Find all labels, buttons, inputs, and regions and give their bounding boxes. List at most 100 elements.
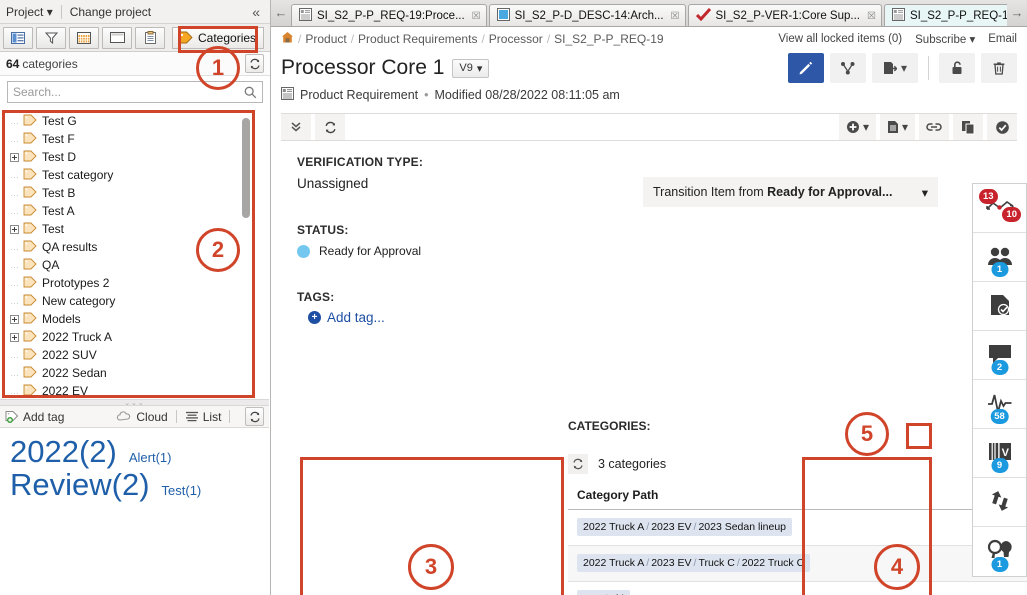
close-icon[interactable]: ☒ — [867, 11, 876, 22]
breadcrumb-item-1[interactable]: Product Requirements — [358, 32, 477, 46]
collapse-all-button[interactable] — [281, 114, 311, 140]
expand-toggle-icon[interactable] — [8, 225, 21, 234]
status-label: STATUS: — [297, 223, 1027, 237]
browser-tab-2[interactable]: SI_S2_P-VER-1:Core Sup...☒ — [688, 4, 882, 26]
cloud-view-button[interactable]: Cloud — [116, 410, 167, 424]
tree-item-label: Test — [42, 222, 64, 236]
status-badge: Ready for Approval — [297, 244, 1027, 258]
category-path-chip[interactable]: 2022 Truck A/2023 EV/Truck C/2022 Truck … — [577, 554, 810, 572]
status-dot-icon — [297, 245, 310, 258]
category-path-chip[interactable]: Test/afd — [577, 590, 630, 595]
table-row[interactable]: Test/afdVersion 2 — [568, 581, 1027, 595]
tree-item-test-f[interactable]: …Test F — [2, 130, 255, 148]
collapse-panel-icon[interactable]: « — [252, 4, 264, 20]
breadcrumb-item-0[interactable]: Product — [305, 32, 346, 46]
rail-activity-button[interactable]: 58 — [973, 380, 1026, 429]
tag-toolbar: Add tag Cloud List — [0, 406, 269, 428]
tree-item-2022-ev[interactable]: …2022 EV — [2, 382, 255, 398]
details-view-icon[interactable] — [3, 27, 33, 49]
status-value: Ready for Approval — [319, 244, 421, 258]
tree-item-models[interactable]: Models — [2, 310, 255, 328]
unlock-button[interactable] — [939, 53, 975, 83]
tag-cloud-item[interactable]: Alert(1) — [129, 450, 172, 465]
refresh-icon[interactable] — [245, 54, 264, 73]
tree-item-test-d[interactable]: Test D — [2, 148, 255, 166]
change-project-link[interactable]: Change project — [70, 5, 151, 19]
view-locked-items-link[interactable]: View all locked items (0) — [778, 33, 902, 45]
document-button[interactable]: ▾ — [880, 114, 915, 140]
expand-toggle-icon[interactable] — [8, 153, 21, 162]
clipboard-icon[interactable] — [135, 27, 165, 49]
tree-item-new-category[interactable]: …New category — [2, 292, 255, 310]
grid-icon[interactable] — [69, 27, 99, 49]
filter-icon[interactable] — [36, 27, 66, 49]
add-button[interactable]: ▾ — [839, 114, 876, 140]
rail-users-button[interactable]: 1 — [973, 233, 1026, 282]
refresh-icon[interactable] — [245, 407, 264, 426]
add-tag-button[interactable]: Add tag — [5, 410, 64, 424]
tree-item-2022-sedan[interactable]: …2022 Sedan — [2, 364, 255, 382]
approve-button[interactable] — [987, 114, 1017, 140]
rail-versions-button[interactable]: V9 — [973, 429, 1026, 478]
home-icon[interactable] — [281, 31, 294, 47]
tag-cloud[interactable]: 2022(2) Alert(1) Review(2) Test(1) — [0, 428, 269, 595]
panel-splitter[interactable]: ⌄⌄⌄ — [0, 399, 269, 406]
close-icon[interactable]: ☒ — [671, 11, 680, 22]
window-icon[interactable] — [102, 27, 132, 49]
tag-cloud-item[interactable]: 2022(2) — [10, 436, 117, 469]
tree-item-2022-truck-a[interactable]: 2022 Truck A — [2, 328, 255, 346]
refresh-icon[interactable] — [315, 114, 345, 140]
expand-toggle-icon[interactable] — [8, 315, 21, 324]
subscribe-menu[interactable]: Subscribe ▾ — [915, 32, 975, 46]
list-view-button[interactable]: List — [185, 410, 222, 424]
tree-item-label: New category — [42, 294, 115, 308]
column-header-category-path[interactable]: Category Path — [568, 481, 821, 509]
chevron-down-icon: ▾ — [477, 62, 483, 75]
link-button[interactable] — [919, 114, 949, 140]
breadcrumb-item-2[interactable]: Processor — [489, 32, 543, 46]
refresh-icon[interactable] — [568, 454, 588, 474]
expand-toggle-icon[interactable] — [8, 333, 21, 342]
project-menu[interactable]: Project ▾ — [6, 5, 53, 19]
export-button[interactable]: ▾ — [872, 53, 918, 83]
chevron-down-icon: ▾ — [863, 120, 869, 134]
tree-indent: … — [8, 278, 21, 288]
tree-scrollbar-thumb[interactable] — [242, 118, 250, 218]
close-icon[interactable]: ☒ — [472, 11, 481, 22]
cell-middle — [821, 581, 1027, 595]
requirement-icon — [281, 87, 294, 103]
browser-tab-0[interactable]: SI_S2_P-P_REQ-19:Proce...☒ — [291, 4, 487, 26]
arrow-right-icon[interactable]: → — [1007, 0, 1027, 26]
browser-tab-3[interactable]: SI_S2_P-P_REQ-19:Proc — [884, 4, 1007, 26]
branch-button[interactable] — [830, 53, 866, 83]
category-path-chip[interactable]: 2022 Truck A/2023 EV/2023 Sedan lineup — [577, 518, 792, 536]
copy-button[interactable] — [953, 114, 983, 140]
tag-cloud-item[interactable]: Test(1) — [162, 483, 202, 498]
browser-tab-1[interactable]: SI_S2_P-D_DESC-14:Arch... ☒ — [489, 4, 686, 26]
table-row[interactable]: 2022 Truck A/2023 EV/2023 Sedan lineupVe… — [568, 509, 1027, 545]
tree-item-prototypes-2[interactable]: …Prototypes 2 — [2, 274, 255, 292]
rail-trace-button[interactable]: 1310 — [973, 184, 1026, 233]
tree-item-2022-suv[interactable]: …2022 SUV — [2, 346, 255, 364]
breadcrumb-item-3[interactable]: SI_S2_P-P_REQ-19 — [554, 32, 663, 46]
add-tag-link[interactable]: + Add tag... — [308, 310, 1027, 325]
tree-item-test-b[interactable]: …Test B — [2, 184, 255, 202]
tree-item-test-a[interactable]: …Test A — [2, 202, 255, 220]
transition-dropdown[interactable]: Transition Item from Ready for Approval.… — [643, 177, 938, 207]
tag-cloud-item[interactable]: Review(2) — [10, 469, 150, 502]
rail-lightbulb-button[interactable]: 1 — [973, 527, 1026, 576]
rail-document-check-button[interactable] — [973, 282, 1026, 331]
cell-category-path: Test/afd — [568, 581, 821, 595]
version-selector[interactable]: V9 ▾ — [452, 59, 489, 78]
arrow-left-icon[interactable]: ← — [271, 0, 291, 26]
table-row[interactable]: 2022 Truck A/2023 EV/Truck C/2022 Truck … — [568, 545, 1027, 581]
email-link[interactable]: Email — [988, 33, 1017, 45]
rail-transfer-button[interactable] — [973, 478, 1026, 527]
tree-item-test-category[interactable]: …Test category — [2, 166, 255, 184]
delete-button[interactable] — [981, 53, 1017, 83]
transfer-icon — [989, 490, 1011, 515]
edit-button[interactable] — [788, 53, 824, 83]
tab-label: SI_S2_P-D_DESC-14:Arch... — [515, 10, 664, 22]
tree-item-test-g[interactable]: …Test G — [2, 112, 255, 130]
rail-comment-button[interactable]: 2 — [973, 331, 1026, 380]
